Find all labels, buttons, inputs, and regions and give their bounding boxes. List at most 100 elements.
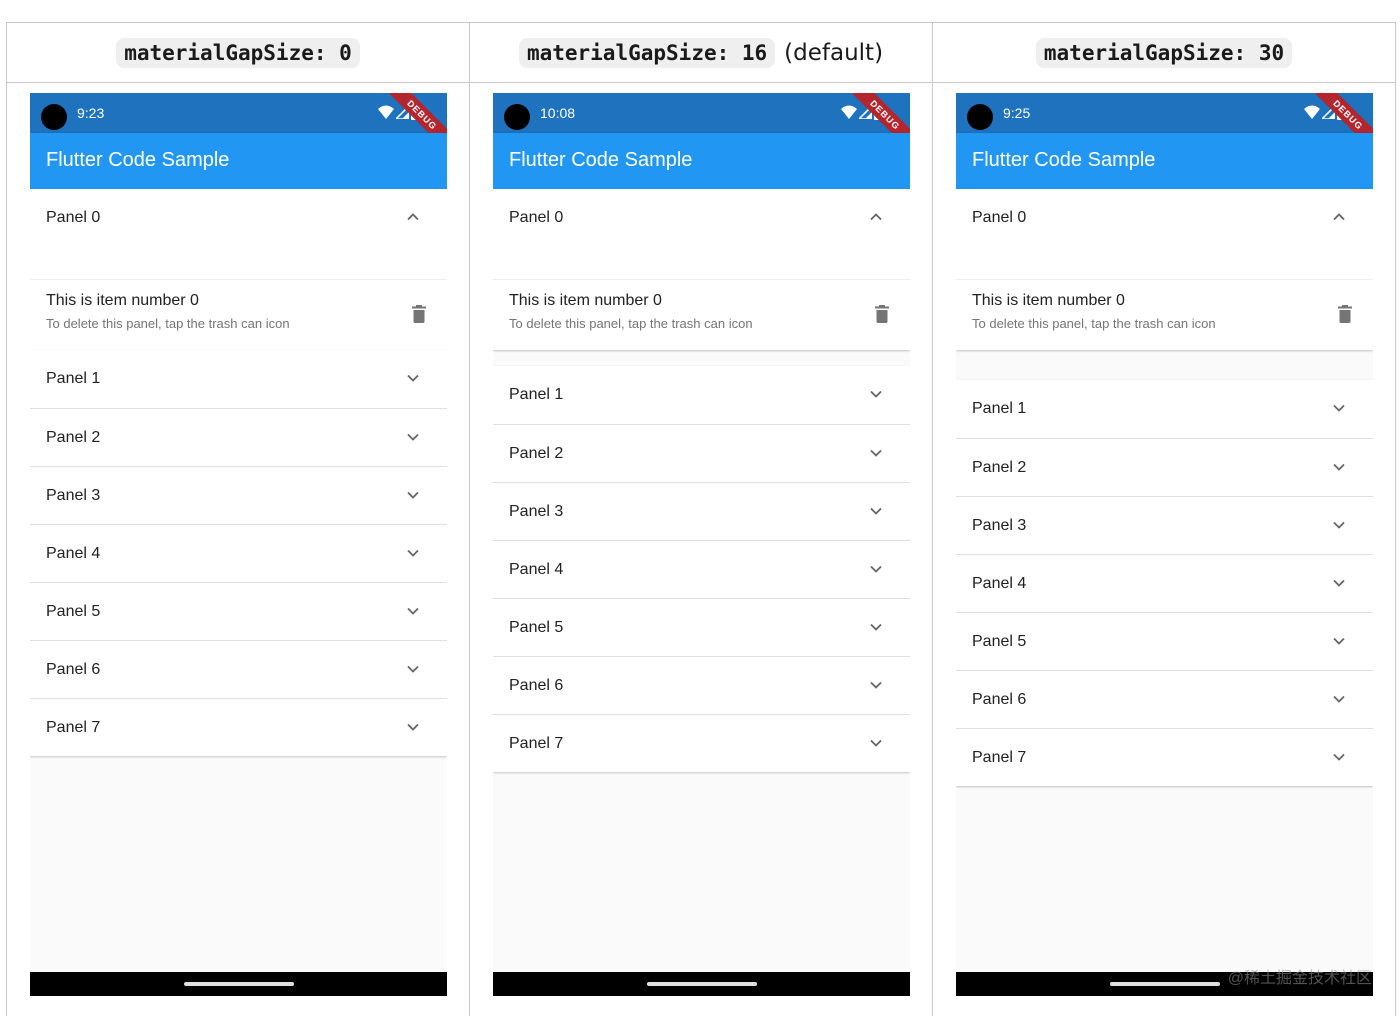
panel-header-expanded[interactable]: Panel 0 <box>956 189 1373 279</box>
status-bar: 9:25 DEBUG <box>956 93 1373 160</box>
chevron-down-icon[interactable] <box>401 541 425 565</box>
trash-icon[interactable] <box>870 302 894 326</box>
chevron-down-icon[interactable] <box>401 483 425 507</box>
chevron-down-icon[interactable] <box>864 731 888 755</box>
panel-body-item: This is item number 0 To delete this pan… <box>30 279 447 350</box>
panel-header[interactable]: Panel 2 <box>956 438 1373 496</box>
app-bar: Flutter Code Sample <box>493 133 910 189</box>
panel-header[interactable]: Panel 2 <box>493 424 910 482</box>
chevron-down-icon[interactable] <box>864 615 888 639</box>
phone-screen: 10:08 DEBUG Flutter Code Sample Panel 0 <box>493 93 910 996</box>
expansion-panel-list: Panel 0 This is item number 0 To delete … <box>30 189 447 756</box>
chevron-down-icon[interactable] <box>864 557 888 581</box>
status-bar: 9:23 DEBUG <box>30 93 447 160</box>
chevron-up-icon[interactable] <box>864 205 888 229</box>
wifi-icon <box>1304 105 1320 119</box>
item-title: This is item number 0 <box>972 292 1125 309</box>
chevron-down-icon[interactable] <box>401 425 425 449</box>
panel-header[interactable]: Panel 3 <box>30 466 447 524</box>
panel-header[interactable]: Panel 4 <box>30 524 447 582</box>
chevron-down-icon[interactable] <box>864 382 888 406</box>
app-bar: Flutter Code Sample <box>30 133 447 189</box>
chevron-down-icon[interactable] <box>1327 513 1351 537</box>
panel-header[interactable]: Panel 7 <box>956 728 1373 786</box>
chevron-down-icon[interactable] <box>1327 687 1351 711</box>
chevron-down-icon[interactable] <box>1327 455 1351 479</box>
chevron-down-icon[interactable] <box>864 673 888 697</box>
panel-header[interactable]: Panel 5 <box>956 612 1373 670</box>
panel-header-expanded[interactable]: Panel 0 <box>493 189 910 279</box>
panel-header[interactable]: Panel 5 <box>30 582 447 640</box>
panel-header[interactable]: Panel 3 <box>493 482 910 540</box>
panel-header[interactable]: Panel 1 <box>30 350 447 408</box>
panel-label: Panel 7 <box>509 735 564 752</box>
column-label: materialGapSize: 30 <box>1035 37 1293 68</box>
panel-header[interactable]: Panel 6 <box>30 640 447 698</box>
chevron-down-icon[interactable] <box>401 657 425 681</box>
chevron-down-icon[interactable] <box>1327 745 1351 769</box>
app-title: Flutter Code Sample <box>509 149 693 171</box>
panel-header[interactable]: Panel 7 <box>30 698 447 756</box>
panel-header[interactable]: Panel 2 <box>30 408 447 466</box>
panel-header[interactable]: Panel 1 <box>956 380 1373 438</box>
chevron-down-icon[interactable] <box>1327 571 1351 595</box>
expanded-panel-card: Panel 0 This is item number 0 To delete … <box>956 189 1373 350</box>
item-title: This is item number 0 <box>509 292 662 309</box>
comparison-grid: materialGapSize: 0 9:23 DEBUG Flutter Co… <box>6 22 1396 1016</box>
chevron-up-icon[interactable] <box>1327 205 1351 229</box>
panel-label: Panel 6 <box>509 677 564 694</box>
panel-label: Panel 4 <box>46 545 101 562</box>
panel-label: Panel 0 <box>46 209 101 226</box>
expansion-panel-list: Panel 0 This is item number 0 To delete … <box>493 189 910 772</box>
chevron-down-icon[interactable] <box>1327 629 1351 653</box>
item-title: This is item number 0 <box>46 292 199 309</box>
panel-label: Panel 6 <box>972 691 1027 708</box>
panel-label: Panel 7 <box>46 719 101 736</box>
panel-body-item: This is item number 0 To delete this pan… <box>956 279 1373 350</box>
chevron-up-icon[interactable] <box>401 205 425 229</box>
panel-label: Panel 4 <box>509 561 564 578</box>
panel-header[interactable]: Panel 1 <box>493 366 910 424</box>
phone-screen: 9:25 DEBUG Flutter Code Sample Panel 0 T… <box>956 93 1373 996</box>
panel-label: Panel 0 <box>509 209 564 226</box>
panel-label: Panel 2 <box>972 459 1027 476</box>
panel-label: Panel 2 <box>509 445 564 462</box>
trash-icon[interactable] <box>407 302 431 326</box>
panel-label: Panel 6 <box>46 661 101 678</box>
system-nav-bar <box>493 972 910 996</box>
home-indicator[interactable] <box>646 982 757 986</box>
status-time: 9:25 <box>1003 105 1031 121</box>
panel-header[interactable]: Panel 4 <box>956 554 1373 612</box>
column-header: materialGapSize: 30 <box>933 23 1395 83</box>
home-indicator[interactable] <box>1109 982 1220 986</box>
collapsed-panels-card: Panel 1 Panel 2 Panel 3 Panel 4 Panel 5 … <box>956 380 1373 786</box>
app-title: Flutter Code Sample <box>972 149 1156 171</box>
panel-header[interactable]: Panel 6 <box>956 670 1373 728</box>
panel-label: Panel 5 <box>46 603 101 620</box>
panel-header[interactable]: Panel 4 <box>493 540 910 598</box>
chevron-down-icon[interactable] <box>1327 396 1351 420</box>
column-header: materialGapSize: 16 (default) <box>470 23 932 83</box>
column-gap-16: materialGapSize: 16 (default) 10:08 DEBU… <box>470 23 933 1016</box>
chevron-down-icon[interactable] <box>401 599 425 623</box>
panel-header[interactable]: Panel 3 <box>956 496 1373 554</box>
panel-header-expanded[interactable]: Panel 0 <box>30 189 447 279</box>
chevron-down-icon[interactable] <box>864 441 888 465</box>
panel-label: Panel 3 <box>509 503 564 520</box>
trash-icon[interactable] <box>1333 302 1357 326</box>
chevron-down-icon[interactable] <box>864 499 888 523</box>
default-label: (default) <box>784 39 884 66</box>
item-subtitle: To delete this panel, tap the trash can … <box>972 316 1216 331</box>
panel-header[interactable]: Panel 5 <box>493 598 910 656</box>
home-indicator[interactable] <box>183 982 294 986</box>
panel-label: Panel 1 <box>509 386 564 403</box>
wifi-icon <box>378 105 394 119</box>
panel-label: Panel 2 <box>46 429 101 446</box>
chevron-down-icon[interactable] <box>401 366 425 390</box>
status-time: 9:23 <box>77 105 105 121</box>
status-bar: 10:08 DEBUG <box>493 93 910 160</box>
panel-header[interactable]: Panel 6 <box>493 656 910 714</box>
panel-header[interactable]: Panel 7 <box>493 714 910 772</box>
chevron-down-icon[interactable] <box>401 715 425 739</box>
panel-body-item: This is item number 0 To delete this pan… <box>493 279 910 350</box>
